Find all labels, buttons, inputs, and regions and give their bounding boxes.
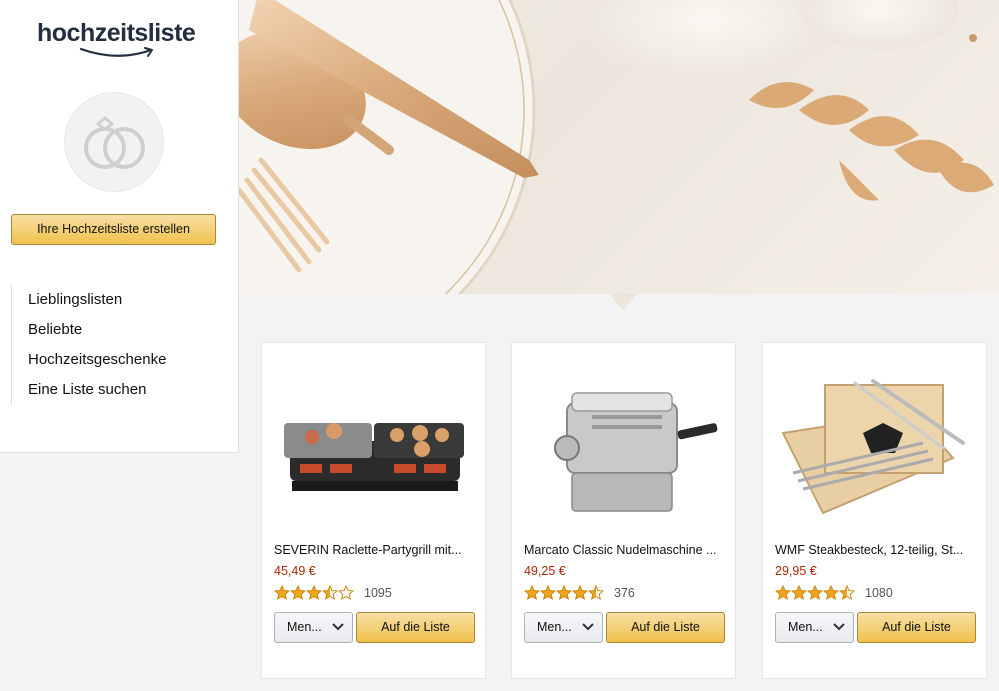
wedding-rings-icon xyxy=(64,92,164,192)
product-card: Marcato Classic Nudelmaschine ... 49,25 … xyxy=(511,342,736,679)
star-full-icon xyxy=(540,585,556,600)
sidebar-item-favorite-lists[interactable]: Lieblingslisten xyxy=(28,285,166,315)
chevron-down-icon xyxy=(833,623,845,631)
star-full-icon xyxy=(306,585,322,600)
star-full-icon xyxy=(572,585,588,600)
hero-pointer xyxy=(609,294,637,310)
star-empty-icon xyxy=(338,585,354,600)
add-to-list-button[interactable]: Auf die Liste xyxy=(857,612,976,643)
select-label: Men... xyxy=(537,620,572,634)
sidebar-item-wedding-gifts[interactable]: Hochzeitsgeschenke xyxy=(28,345,166,375)
sidebar-item-find-list[interactable]: Eine Liste suchen xyxy=(28,375,166,405)
hero-banner xyxy=(239,0,999,294)
add-to-list-button[interactable]: Auf die Liste xyxy=(606,612,725,643)
star-rating xyxy=(274,585,354,600)
star-half-icon xyxy=(839,585,855,600)
steak-cutlery-set-image[interactable] xyxy=(763,363,986,533)
star-full-icon xyxy=(775,585,791,600)
gold-cutlery-plate-photo xyxy=(239,0,994,294)
star-full-icon xyxy=(290,585,306,600)
product-price: 45,49 € xyxy=(274,564,316,578)
sidebar-item-popular[interactable]: Beliebte xyxy=(28,315,166,345)
sidebar: hochzeitsliste Ihre Hochzeitsliste erste… xyxy=(0,0,239,453)
product-card: SEVERIN Raclette-Partygrill mit... 45,49… xyxy=(261,342,486,679)
star-full-icon xyxy=(274,585,290,600)
select-label: Men... xyxy=(788,620,823,634)
product-price: 29,95 € xyxy=(775,564,817,578)
star-full-icon xyxy=(556,585,572,600)
review-count[interactable]: 1095 xyxy=(364,586,392,600)
star-rating xyxy=(775,585,855,600)
select-label: Men... xyxy=(287,620,322,634)
hochzeitsliste-logo[interactable]: hochzeitsliste xyxy=(37,20,197,66)
star-full-icon xyxy=(807,585,823,600)
star-half-icon xyxy=(322,585,338,600)
sidebar-nav: Lieblingslisten Beliebte Hochzeitsgesche… xyxy=(11,285,166,405)
product-title[interactable]: WMF Steakbesteck, 12-teilig, St... xyxy=(775,543,976,557)
menu-select-dropdown[interactable]: Men... xyxy=(274,612,353,643)
product-card: WMF Steakbesteck, 12-teilig, St... 29,95… xyxy=(762,342,987,679)
star-full-icon xyxy=(791,585,807,600)
review-count[interactable]: 1080 xyxy=(865,586,893,600)
review-count[interactable]: 376 xyxy=(614,586,635,600)
pasta-machine-image[interactable] xyxy=(512,363,735,533)
star-rating xyxy=(524,585,604,600)
product-price: 49,25 € xyxy=(524,564,566,578)
menu-select-dropdown[interactable]: Men... xyxy=(524,612,603,643)
star-full-icon xyxy=(823,585,839,600)
add-to-list-button[interactable]: Auf die Liste xyxy=(356,612,475,643)
chevron-down-icon xyxy=(582,623,594,631)
product-title[interactable]: Marcato Classic Nudelmaschine ... xyxy=(524,543,725,557)
menu-select-dropdown[interactable]: Men... xyxy=(775,612,854,643)
product-title[interactable]: SEVERIN Raclette-Partygrill mit... xyxy=(274,543,475,557)
amazon-smile-icon xyxy=(79,47,153,57)
logo-text: hochzeitsliste xyxy=(37,19,196,47)
star-half-icon xyxy=(588,585,604,600)
raclette-grill-image[interactable] xyxy=(262,363,485,533)
star-full-icon xyxy=(524,585,540,600)
create-wedding-list-button[interactable]: Ihre Hochzeitsliste erstellen xyxy=(11,214,216,245)
chevron-down-icon xyxy=(332,623,344,631)
